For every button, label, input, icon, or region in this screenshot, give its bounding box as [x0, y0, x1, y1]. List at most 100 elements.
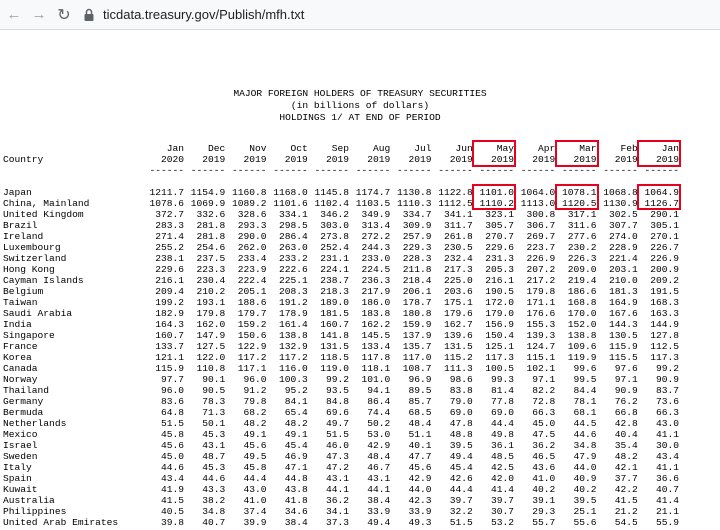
table-cell: 45.3: [202, 429, 226, 440]
table-cell: 44.6: [160, 462, 184, 473]
table-cell: 74.4: [367, 407, 391, 418]
table-cell: 290.1: [650, 209, 679, 220]
table-cell: 210.0: [608, 275, 638, 286]
table-cell: 79.0: [449, 396, 473, 407]
table-cell: 145.5: [361, 330, 391, 341]
table-cell: 171.1: [526, 297, 556, 308]
table-cell: 39.7: [449, 495, 473, 506]
table-cell: 48.4: [367, 451, 391, 462]
table-cell: 39.5: [573, 495, 597, 506]
table-cell: 99.6: [573, 363, 597, 374]
table-cell: 97.1: [614, 374, 638, 385]
table-cell: 231.1: [320, 253, 349, 264]
report-header: MAJOR FOREIGN HOLDERS OF TREASURY SECURI…: [0, 88, 720, 124]
table-cell: 156.9: [485, 319, 514, 330]
table-cell: 127.5: [196, 341, 226, 352]
table-cell: 217.2: [526, 275, 556, 286]
table-cell: 42.8: [614, 418, 638, 429]
table-cell: 83.6: [160, 396, 184, 407]
table-cell: 68.2: [243, 407, 267, 418]
table-cell: 85.7: [408, 396, 432, 407]
table-cell: 69.0: [490, 407, 514, 418]
table-cell: 40.9: [573, 473, 597, 484]
table-cell: Jul: [414, 143, 432, 154]
table-cell: 150.4: [485, 330, 514, 341]
table-cell: 35.4: [614, 440, 638, 451]
table-cell: 42.1: [614, 462, 638, 473]
table-cell: 186.0: [361, 297, 391, 308]
table-cell: 226.9: [650, 253, 679, 264]
url-text[interactable]: ticdata.treasury.gov/Publish/mfh.txt: [103, 7, 304, 22]
table-cell: 1120.5: [561, 198, 597, 209]
table-cell: 30.7: [490, 506, 514, 517]
table-cell: 223.9: [237, 264, 267, 275]
table-cell: 229.6: [155, 264, 184, 275]
table-cell: 217.9: [361, 286, 391, 297]
table-row: Thailand 96.0 90.5 91.2 95.2 93.5 94.1 89.5 83.8…: [3, 385, 703, 396]
text-document: MAJOR FOREIGN HOLDERS OF TREASURY SECURI…: [0, 30, 720, 530]
table-cell: 180.8: [402, 308, 432, 319]
lock-icon[interactable]: [83, 8, 97, 22]
table-cell: 209.2: [650, 275, 679, 286]
table-cell: 90.1: [202, 374, 226, 385]
table-cell: 138.8: [567, 330, 597, 341]
table-cell: 40.4: [614, 429, 638, 440]
table-row: Netherlands 51.5 50.1 48.2 48.2 49.7 50.2 48.4 4…: [3, 418, 703, 429]
table-cell: 193.1: [196, 297, 226, 308]
table-cell: ------: [561, 165, 597, 176]
forward-arrow-icon[interactable]: →: [28, 4, 50, 26]
table-cell: 94.1: [367, 385, 391, 396]
report-subtitle-2: HOLDINGS 1/ AT END OF PERIOD: [279, 112, 441, 123]
table-cell: 231.3: [485, 253, 514, 264]
table-cell: 271.4: [155, 231, 184, 242]
table-cell: 2019: [532, 154, 556, 165]
table-cell: 133.7: [155, 341, 184, 352]
table-cell: 51.5: [160, 418, 184, 429]
country-name: Luxembourg: [3, 242, 61, 253]
table-cell: 200.9: [650, 264, 679, 275]
table-cell: 43.0: [655, 418, 679, 429]
table-cell: 167.6: [608, 308, 638, 319]
table-cell: 132.9: [278, 341, 308, 352]
table-cell: 191.2: [278, 297, 308, 308]
header-row-years: Country 2020 2019 2019 2019 2019 2019 2019 2019 2…: [3, 154, 703, 165]
table-row: China, Mainland 1078.6 1069.9 1089.2 1101.6 1…: [3, 198, 703, 209]
table-cell: ------: [355, 165, 391, 176]
table-cell: 97.1: [532, 374, 556, 385]
table-cell: 211.8: [402, 264, 432, 275]
table-row: Cayman Islands 216.1 230.4 222.4 225.1 238.7 2…: [3, 275, 703, 286]
table-cell: 42.3: [408, 495, 432, 506]
table-cell: 49.4: [449, 451, 473, 462]
back-arrow-icon[interactable]: ←: [3, 4, 25, 26]
table-cell: 334.7: [402, 209, 432, 220]
table-cell: 40.2: [573, 484, 597, 495]
table-cell: 115.9: [608, 341, 638, 352]
table-cell: 1168.0: [273, 187, 308, 198]
table-cell: ------: [273, 165, 308, 176]
country-name: Mexico: [3, 429, 38, 440]
table-cell: 225.1: [278, 275, 308, 286]
table-cell: 223.3: [196, 264, 226, 275]
table-cell: 162.2: [361, 319, 391, 330]
table-cell: 43.1: [367, 473, 391, 484]
address-bar[interactable]: ticdata.treasury.gov/Publish/mfh.txt: [83, 4, 304, 26]
table-cell: 1126.7: [644, 198, 679, 209]
table-cell: 160.7: [155, 330, 184, 341]
table-cell: 181.3: [608, 286, 638, 297]
table-row: Norway 97.7 90.1 96.0 100.3 99.2 101.0 96.9 98.6…: [3, 374, 703, 385]
table-cell: 255.2: [155, 242, 184, 253]
table-cell: 1078.6: [149, 198, 184, 209]
table-cell: Sep: [331, 143, 349, 154]
table-cell: 42.2: [614, 484, 638, 495]
table-cell: 122.9: [237, 341, 267, 352]
country-name: Norway: [3, 374, 38, 385]
reload-icon[interactable]: ↻: [53, 4, 75, 26]
table-cell: 117.8: [361, 352, 391, 363]
table-cell: 230.4: [196, 275, 226, 286]
country-name: China, Mainland: [3, 198, 90, 209]
table-cell: 99.3: [490, 374, 514, 385]
country-name: Taiwan: [3, 297, 38, 308]
table-cell: 138.8: [278, 330, 308, 341]
table-cell: 218.4: [402, 275, 432, 286]
table-cell: 179.6: [443, 308, 473, 319]
